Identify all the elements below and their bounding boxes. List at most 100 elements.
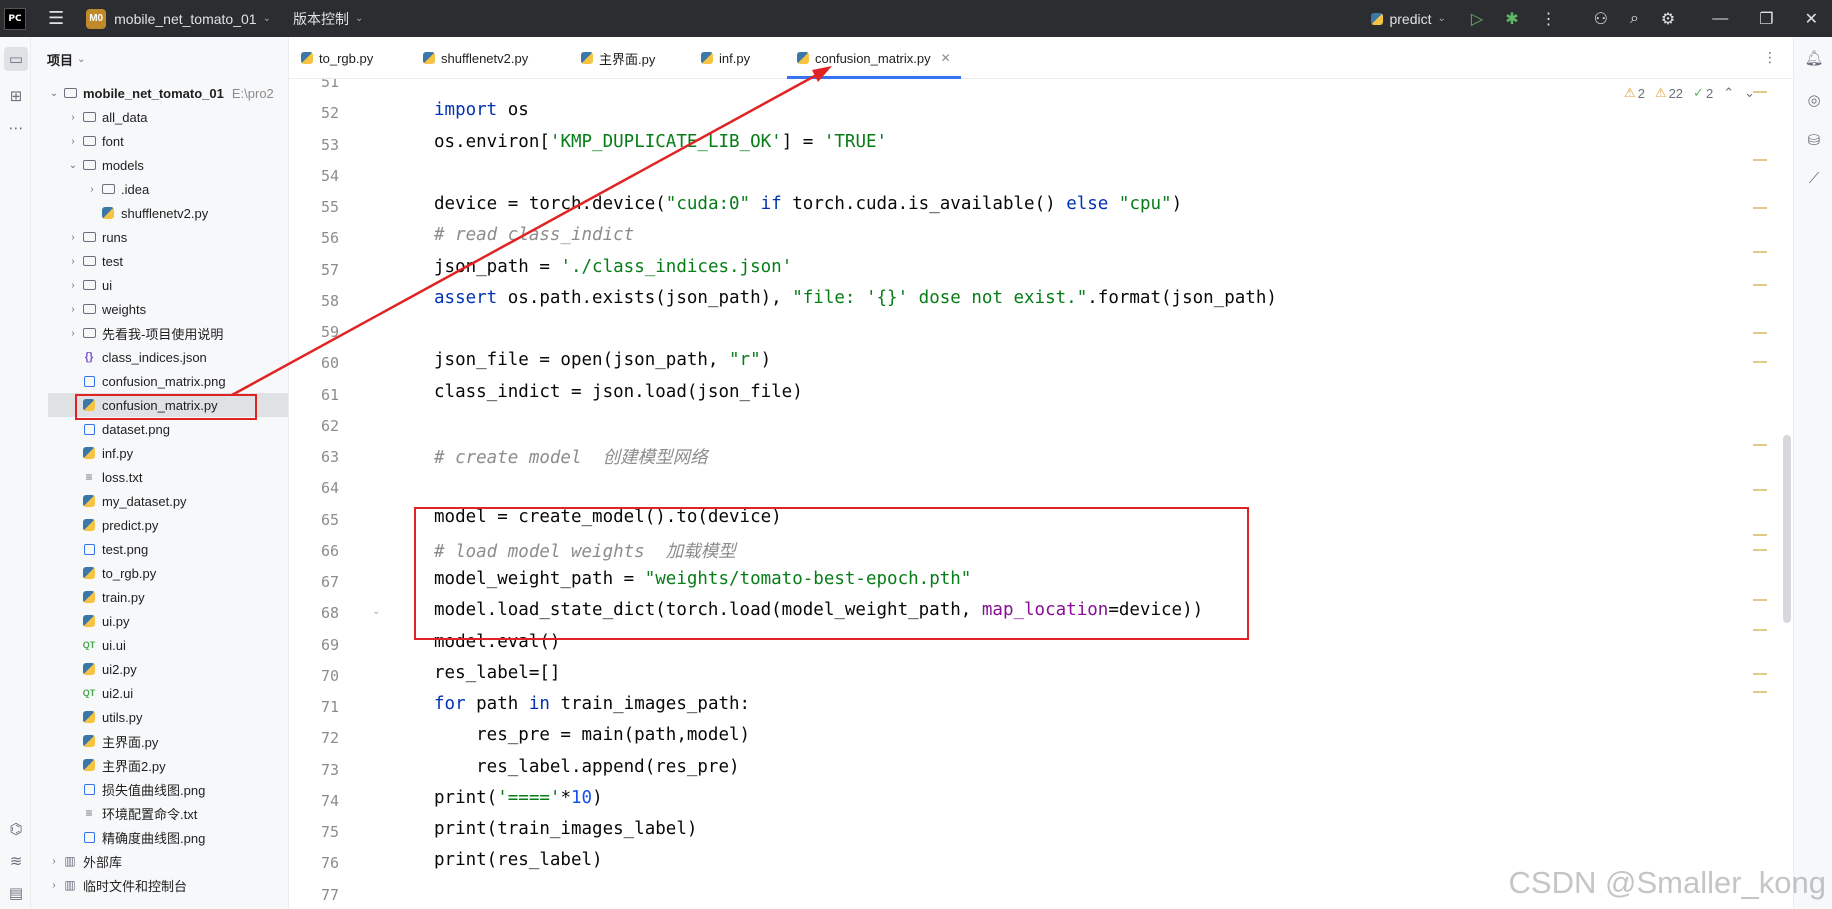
tree-item[interactable]: › font xyxy=(31,129,288,153)
tree-item[interactable]: 主界面.py xyxy=(31,729,288,753)
chevron-right-icon[interactable]: › xyxy=(85,184,99,195)
code-line[interactable]: class_indict = json.load(json_file) xyxy=(434,382,803,402)
tabs-more-icon[interactable]: ⋮ xyxy=(1763,49,1777,66)
warning-stripe-mark[interactable] xyxy=(1753,534,1767,536)
tree-item[interactable]: › ▥ 临时文件和控制台 xyxy=(31,873,288,897)
tree-item[interactable]: › weights xyxy=(31,297,288,321)
chevron-right-icon[interactable]: › xyxy=(66,256,80,267)
tree-item[interactable]: QT ui2.ui xyxy=(31,681,288,705)
tree-item[interactable]: ⌄ mobile_net_tomato_01 E:\pro2 xyxy=(31,81,288,105)
structure-icon[interactable]: ⊞ xyxy=(4,84,28,108)
code-line[interactable]: print(res_label) xyxy=(434,850,603,870)
search-icon[interactable]: ⌕ xyxy=(1630,10,1639,28)
code-line[interactable]: print(train_images_label) xyxy=(434,819,697,839)
tree-item[interactable]: predict.py xyxy=(31,513,288,537)
chevron-right-icon[interactable]: › xyxy=(66,328,80,339)
notifications-icon[interactable]: 🔔︎ xyxy=(1803,47,1825,69)
warning-stripe-mark[interactable] xyxy=(1753,599,1767,601)
code-line[interactable]: res_label=[] xyxy=(434,663,560,683)
tree-item[interactable]: ui2.py xyxy=(31,657,288,681)
tree-item[interactable]: my_dataset.py xyxy=(31,489,288,513)
chevron-right-icon[interactable]: › xyxy=(47,856,61,867)
tree-item[interactable]: 损失值曲线图.png xyxy=(31,777,288,801)
sciview-icon[interactable]: ⟋ xyxy=(1803,167,1825,189)
warning-stripe-mark[interactable] xyxy=(1753,489,1767,491)
code-line[interactable]: assert os.path.exists(json_path), "file:… xyxy=(434,288,1277,308)
debug-icon[interactable]: ✱ xyxy=(1505,9,1518,29)
warning-stripe-mark[interactable] xyxy=(1753,673,1767,675)
gear-icon[interactable]: ⚙ xyxy=(1661,9,1675,29)
code-editor[interactable]: ⚠ 2 ⚠ 22 ✓ 2 ⌃ ⌄ 51 52 53 54 55 56 57 58 59 60 61 62 63… xyxy=(289,79,1793,909)
tree-item[interactable]: shufflenetv2.py xyxy=(31,201,288,225)
tree-item[interactable]: › 先看我-项目使用说明 xyxy=(31,321,288,345)
chevron-right-icon[interactable]: › xyxy=(47,880,61,891)
tree-item[interactable]: ≡ loss.txt xyxy=(31,465,288,489)
chevron-right-icon[interactable]: › xyxy=(66,304,80,315)
tab-to-rgb[interactable]: to_rgb.py xyxy=(301,37,373,79)
run-config-selector[interactable]: predict ⌄ xyxy=(1371,11,1446,27)
scrollbar-thumb[interactable] xyxy=(1783,435,1791,623)
tree-item[interactable]: inf.py xyxy=(31,441,288,465)
warning-stripe-mark[interactable] xyxy=(1753,159,1767,161)
tab-shufflenetv2[interactable]: shufflenetv2.py xyxy=(423,37,528,79)
tree-item[interactable]: 主界面2.py xyxy=(31,753,288,777)
warning-stripe-mark[interactable] xyxy=(1753,332,1767,334)
code-line[interactable]: res_label.append(res_pre) xyxy=(434,757,739,777)
project-panel-header[interactable]: 项目 ⌄ xyxy=(31,37,288,81)
restore-icon[interactable]: ❐ xyxy=(1759,9,1773,29)
more-tools-icon[interactable]: ⋯ xyxy=(4,116,28,140)
inspection-widget[interactable]: ⚠ 2 ⚠ 22 ✓ 2 ⌃ ⌄ xyxy=(1624,85,1755,101)
layers-icon[interactable]: ≋ xyxy=(4,849,28,873)
code-line[interactable]: # read class_indict xyxy=(434,225,634,245)
tree-item[interactable]: › test xyxy=(31,249,288,273)
tree-item[interactable]: › ui xyxy=(31,273,288,297)
code-line[interactable]: # create model 创建模型网络 xyxy=(434,444,708,469)
warning-stripe-mark[interactable] xyxy=(1753,361,1767,363)
fold-icon[interactable]: ⌄ xyxy=(372,606,380,617)
ai-assistant-icon[interactable]: ◎ xyxy=(1803,89,1825,111)
warning-stripe-mark[interactable] xyxy=(1753,549,1767,551)
tab-main-ui[interactable]: 主界面.py xyxy=(581,37,655,79)
add-user-icon[interactable]: ⚇ xyxy=(1594,9,1608,29)
main-menu-icon[interactable]: ☰ xyxy=(48,8,64,29)
database-icon[interactable]: ⛁ xyxy=(1803,129,1825,151)
tree-item[interactable]: 精确度曲线图.png xyxy=(31,825,288,849)
chevron-right-icon[interactable]: › xyxy=(66,136,80,147)
chevron-down-icon[interactable]: ⌄ xyxy=(66,160,80,171)
vcs-menu[interactable]: 版本控制 xyxy=(293,9,349,29)
run-icon[interactable]: ▷ xyxy=(1471,9,1483,29)
tree-item[interactable]: › all_data xyxy=(31,105,288,129)
tree-item[interactable]: confusion_matrix.png xyxy=(31,369,288,393)
tree-item[interactable]: utils.py xyxy=(31,705,288,729)
terminal-icon[interactable]: ▤ xyxy=(4,881,28,905)
tree-item[interactable]: dataset.png xyxy=(31,417,288,441)
code-line[interactable]: import os xyxy=(434,100,529,120)
python-console-icon[interactable]: ⌬ xyxy=(4,817,28,841)
warning-stripe-mark[interactable] xyxy=(1753,91,1767,93)
next-highlight-icon[interactable]: ⌄ xyxy=(1744,85,1755,101)
tree-item[interactable]: QT ui.ui xyxy=(31,633,288,657)
tab-confusion-matrix[interactable]: confusion_matrix.py ✕ xyxy=(787,37,961,79)
warning-stripe-mark[interactable] xyxy=(1753,629,1767,631)
more-icon[interactable]: ⋮ xyxy=(1541,9,1557,29)
chevron-down-icon[interactable]: ⌄ xyxy=(355,13,363,24)
code-line[interactable]: device = torch.device("cuda:0" if torch.… xyxy=(434,194,1182,214)
warning-stripe-mark[interactable] xyxy=(1753,691,1767,693)
chevron-down-icon[interactable]: ⌄ xyxy=(77,54,85,65)
minimize-icon[interactable]: — xyxy=(1712,10,1728,28)
prev-highlight-icon[interactable]: ⌃ xyxy=(1723,85,1734,101)
tree-item[interactable]: ui.py xyxy=(31,609,288,633)
tree-item[interactable]: train.py xyxy=(31,585,288,609)
tree-item[interactable]: › ▥ 外部库 xyxy=(31,849,288,873)
chevron-down-icon[interactable]: ⌄ xyxy=(263,13,271,24)
tab-inf[interactable]: inf.py xyxy=(701,37,750,79)
code-line[interactable]: print('===='*10) xyxy=(434,788,603,808)
code-line[interactable]: for path in train_images_path: xyxy=(434,694,750,714)
tree-item[interactable]: › .idea xyxy=(31,177,288,201)
tree-item[interactable]: ≡ 环境配置命令.txt xyxy=(31,801,288,825)
tree-item[interactable]: ⌄ models xyxy=(31,153,288,177)
chevron-right-icon[interactable]: › xyxy=(66,232,80,243)
code-line[interactable]: res_pre = main(path,model) xyxy=(434,725,750,745)
warning-stripe-mark[interactable] xyxy=(1753,251,1767,253)
close-tab-icon[interactable]: ✕ xyxy=(941,51,951,65)
